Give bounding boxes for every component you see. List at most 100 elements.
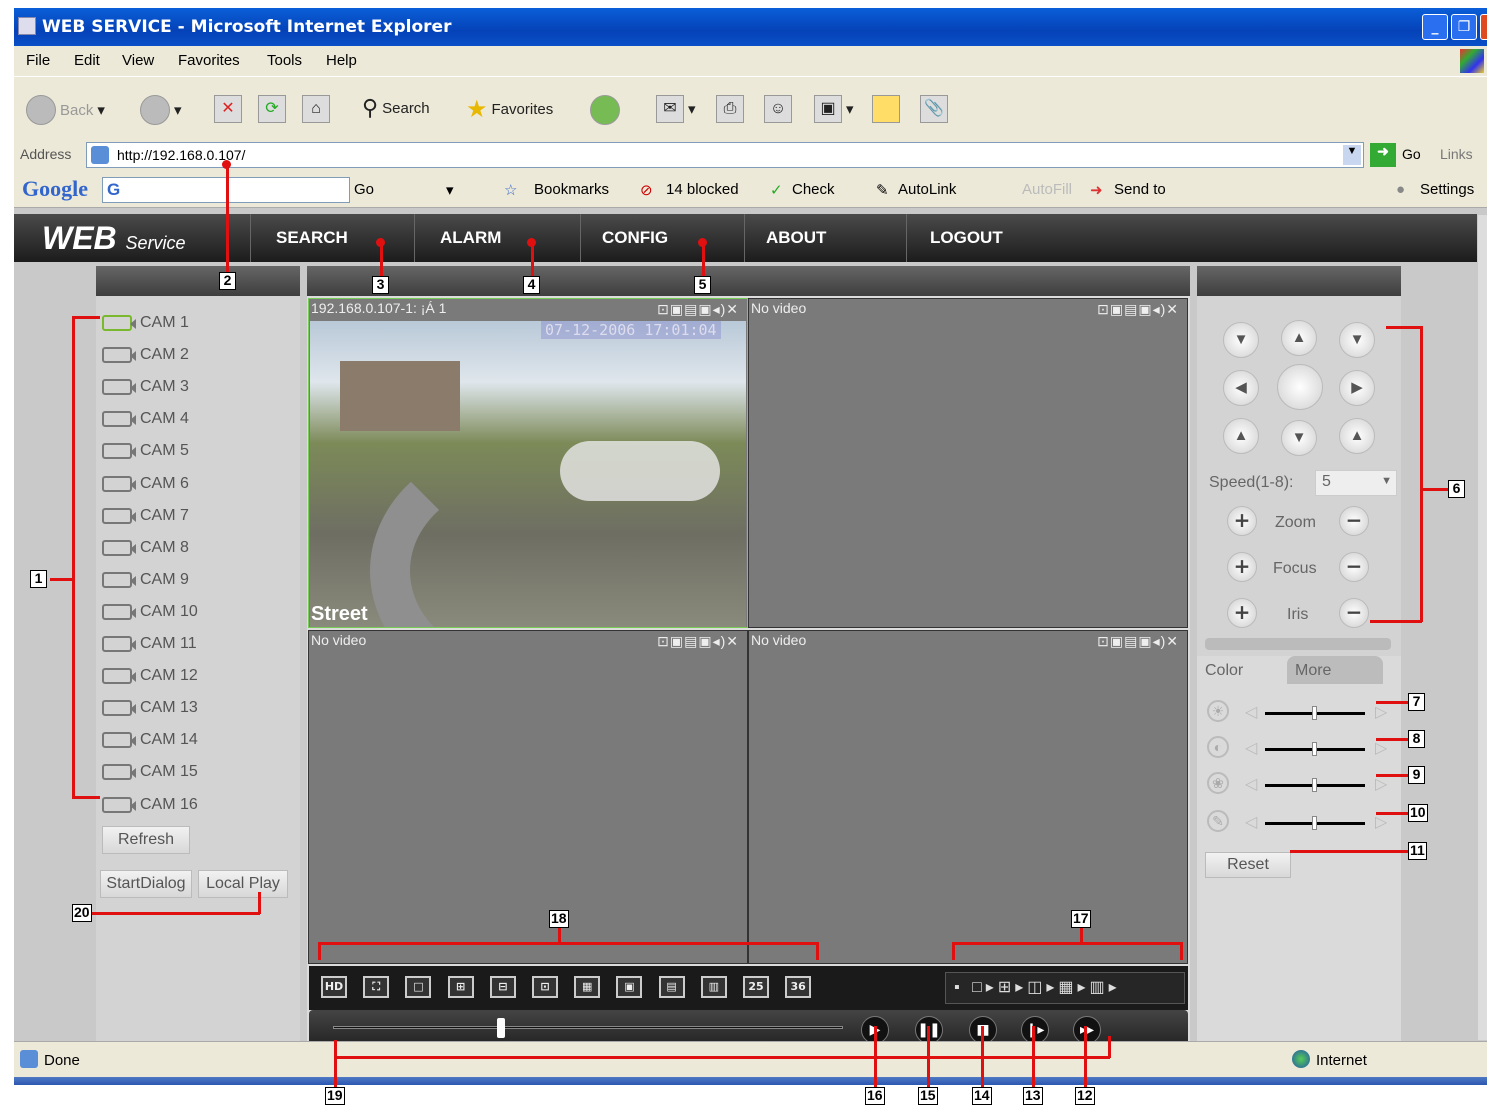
google-extra-icon[interactable]: ▾ [446, 181, 454, 199]
stop-button[interactable]: ✕ [214, 95, 242, 123]
page-scrollbar[interactable] [1478, 215, 1487, 1040]
camera-list-item[interactable]: CAM 3 [102, 378, 189, 396]
iris-open-button[interactable]: + [1227, 598, 1257, 628]
layout-selector[interactable]: ▪ □▸⊞▸◫▸▦▸▥▸ [945, 972, 1185, 1004]
go-arrow-icon[interactable]: ➜ [1370, 143, 1396, 167]
video-pane-4[interactable]: No video ⊡▣▤▣◂)✕ [748, 630, 1188, 964]
split-button[interactable]: 36 [785, 976, 812, 998]
nav-alarm[interactable]: ALARM [440, 228, 501, 248]
saturation-right-icon[interactable]: ▷ [1375, 774, 1387, 794]
refresh-button[interactable]: ⟳ [258, 95, 286, 123]
menu-tools[interactable]: Tools [267, 52, 302, 69]
print-button[interactable]: ⎙ [716, 95, 744, 123]
saturation-slider[interactable] [1265, 778, 1365, 792]
ptz-up-left-button[interactable]: ▼ [1223, 322, 1259, 358]
ptz-right-button[interactable]: ▶ [1339, 370, 1375, 406]
sendto-button[interactable]: Send to [1114, 181, 1166, 198]
contrast-left-icon[interactable]: ◁ [1245, 738, 1257, 758]
clip-button[interactable]: 📎 [920, 95, 948, 123]
camera-list-item[interactable]: CAM 4 [102, 410, 189, 428]
check-button[interactable]: Check [792, 181, 835, 198]
menu-edit[interactable]: Edit [74, 52, 100, 69]
autolink-button[interactable]: AutoLink [898, 181, 956, 198]
address-input[interactable]: http://192.168.0.107/ ▼ [86, 142, 1364, 168]
hue-right-icon[interactable]: ▷ [1375, 812, 1387, 832]
video-pane-3[interactable]: No video ⊡▣▤▣◂)✕ [308, 630, 748, 964]
ptz-down-right-button[interactable]: ▲ [1339, 418, 1375, 454]
contrast-slider[interactable] [1265, 742, 1365, 756]
ptz-down-button[interactable]: ▼ [1281, 420, 1317, 456]
nav-config[interactable]: CONFIG [602, 228, 668, 248]
camera-list-item[interactable]: CAM 14 [102, 731, 198, 749]
menu-view[interactable]: View [122, 52, 154, 69]
contrast-thumb[interactable] [1312, 742, 1317, 756]
ptz-collapse-bar[interactable] [1205, 638, 1391, 650]
step-forward-button[interactable]: ❙▸ [1021, 1016, 1049, 1044]
split-button[interactable]: 25 [743, 976, 769, 998]
camera-list-item[interactable]: CAM 2 [102, 346, 189, 364]
back-button[interactable]: Back ▾ [26, 95, 105, 125]
pane-2-controls[interactable]: ⊡▣▤▣◂)✕ [1097, 301, 1179, 318]
split-button[interactable]: ▥ [700, 976, 727, 998]
contrast-right-icon[interactable]: ▷ [1375, 738, 1387, 758]
start-dialog-button[interactable]: StartDialog [100, 870, 192, 898]
tab-color[interactable]: Color [1197, 656, 1287, 686]
split-button[interactable]: □ [405, 976, 432, 998]
ptz-down-left-button[interactable]: ▲ [1223, 418, 1259, 454]
camera-list-item[interactable]: CAM 5 [102, 442, 189, 460]
menu-help[interactable]: Help [326, 52, 357, 69]
tab-more[interactable]: More [1287, 656, 1383, 684]
nav-logout[interactable]: LOGOUT [930, 228, 1003, 248]
settings-button[interactable]: Settings [1420, 181, 1474, 198]
bookmarks-button[interactable]: Bookmarks [534, 181, 609, 198]
fast-forward-button[interactable]: ▸▸ [1073, 1016, 1101, 1044]
ptz-left-button[interactable]: ◀ [1223, 370, 1259, 406]
media-button[interactable] [590, 95, 620, 125]
camera-list-item[interactable]: CAM 8 [102, 539, 189, 557]
playback-progress-track[interactable] [333, 1026, 843, 1029]
camera-list-item[interactable]: CAM 13 [102, 699, 198, 717]
split-button[interactable]: ▦ [574, 976, 601, 998]
split-button[interactable]: ⛶ [363, 976, 390, 998]
google-go[interactable]: Go [354, 181, 374, 198]
camera-list-item[interactable]: CAM 6 [102, 475, 189, 493]
ptz-up-button[interactable]: ▲ [1281, 320, 1317, 356]
close-button[interactable]: ✕ [1480, 14, 1487, 40]
hue-left-icon[interactable]: ◁ [1245, 812, 1257, 832]
menu-favorites[interactable]: Favorites [178, 52, 240, 69]
camera-list-item[interactable]: CAM 12 [102, 667, 198, 685]
home-button[interactable]: ⌂ [302, 95, 330, 123]
split-button[interactable]: ▣ [616, 976, 643, 998]
search-button[interactable]: ⚲ Search [362, 95, 430, 121]
hue-slider[interactable] [1265, 816, 1365, 830]
forward-button[interactable]: ▾ [140, 95, 182, 125]
pane-4-controls[interactable]: ⊡▣▤▣◂)✕ [1097, 633, 1179, 650]
focus-in-button[interactable]: + [1227, 552, 1257, 582]
go-button[interactable]: Go [1402, 146, 1421, 162]
address-dropdown-icon[interactable]: ▼ [1343, 145, 1361, 165]
local-play-button[interactable]: Local Play [198, 870, 288, 898]
refresh-button[interactable]: Refresh [102, 826, 190, 854]
split-button[interactable]: HD [321, 976, 347, 998]
zoom-in-button[interactable]: + [1227, 506, 1257, 536]
ptz-up-right-button[interactable]: ▼ [1339, 322, 1375, 358]
autofill-button[interactable]: AutoFill [1022, 181, 1072, 198]
playback-progress-thumb[interactable] [497, 1018, 506, 1038]
camera-list-item[interactable]: CAM 11 [102, 635, 197, 653]
brightness-right-icon[interactable]: ▷ [1375, 702, 1387, 722]
maximize-button[interactable]: ❐ [1451, 14, 1477, 40]
brightness-left-icon[interactable]: ◁ [1245, 702, 1257, 722]
favorites-button[interactable]: ★ Favorites [466, 95, 553, 124]
mail-button[interactable]: ✉ ▾ [656, 95, 696, 123]
focus-out-button[interactable]: − [1339, 552, 1369, 582]
ptz-center-button[interactable] [1277, 364, 1323, 410]
split-button[interactable]: ⊞ [447, 976, 474, 998]
saturation-left-icon[interactable]: ◁ [1245, 774, 1257, 794]
zoom-out-button[interactable]: − [1339, 506, 1369, 536]
pane-1-controls[interactable]: ⊡▣▤▣◂)✕ [657, 301, 739, 318]
nav-search[interactable]: SEARCH [276, 228, 348, 248]
speed-select[interactable]: 5 ▼ [1315, 470, 1397, 496]
pane-3-controls[interactable]: ⊡▣▤▣◂)✕ [657, 633, 739, 650]
links-button[interactable]: Links [1440, 146, 1473, 162]
minimize-button[interactable]: _ [1422, 14, 1448, 40]
